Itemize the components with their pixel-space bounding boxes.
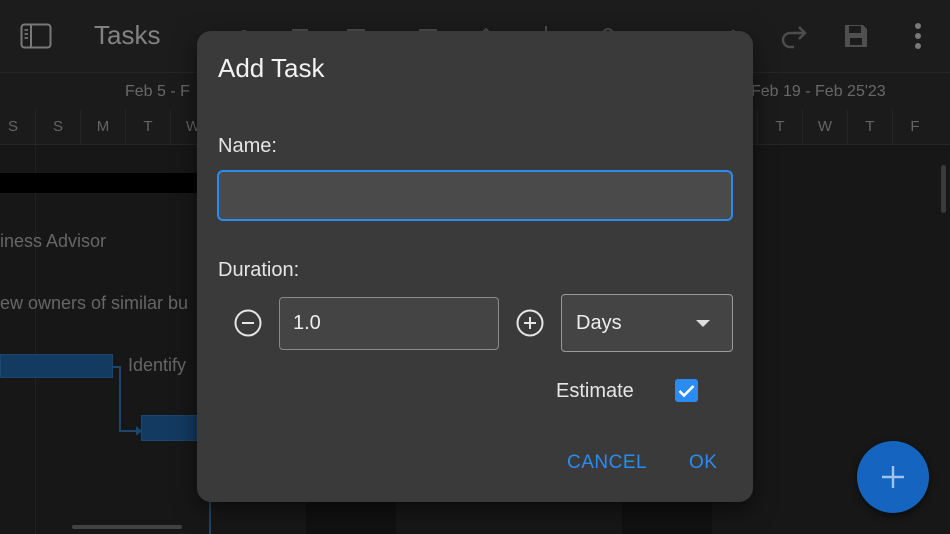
minus-circle-icon — [234, 309, 262, 337]
dialog-title: Add Task — [218, 53, 325, 83]
estimate-label: Estimate — [556, 380, 634, 402]
ok-button[interactable]: OK — [689, 452, 717, 474]
estimate-checkbox[interactable] — [675, 379, 698, 402]
cancel-button[interactable]: CANCEL — [567, 452, 647, 474]
caret-down-icon — [696, 320, 710, 327]
duration-input[interactable] — [279, 297, 499, 350]
duration-unit-select[interactable]: Days — [561, 294, 733, 352]
task-name-input[interactable] — [217, 170, 733, 221]
plus-circle-icon — [516, 309, 544, 337]
plus-icon — [882, 466, 904, 488]
add-task-fab[interactable] — [857, 441, 929, 513]
decrement-button[interactable] — [233, 308, 263, 338]
add-task-dialog: Add Task Name: Duration: Days Estimate C… — [197, 31, 753, 502]
name-label: Name: — [218, 135, 277, 157]
increment-button[interactable] — [515, 308, 545, 338]
duration-unit-value: Days — [576, 312, 622, 334]
duration-label: Duration: — [218, 259, 300, 281]
checkmark-icon — [678, 384, 695, 397]
